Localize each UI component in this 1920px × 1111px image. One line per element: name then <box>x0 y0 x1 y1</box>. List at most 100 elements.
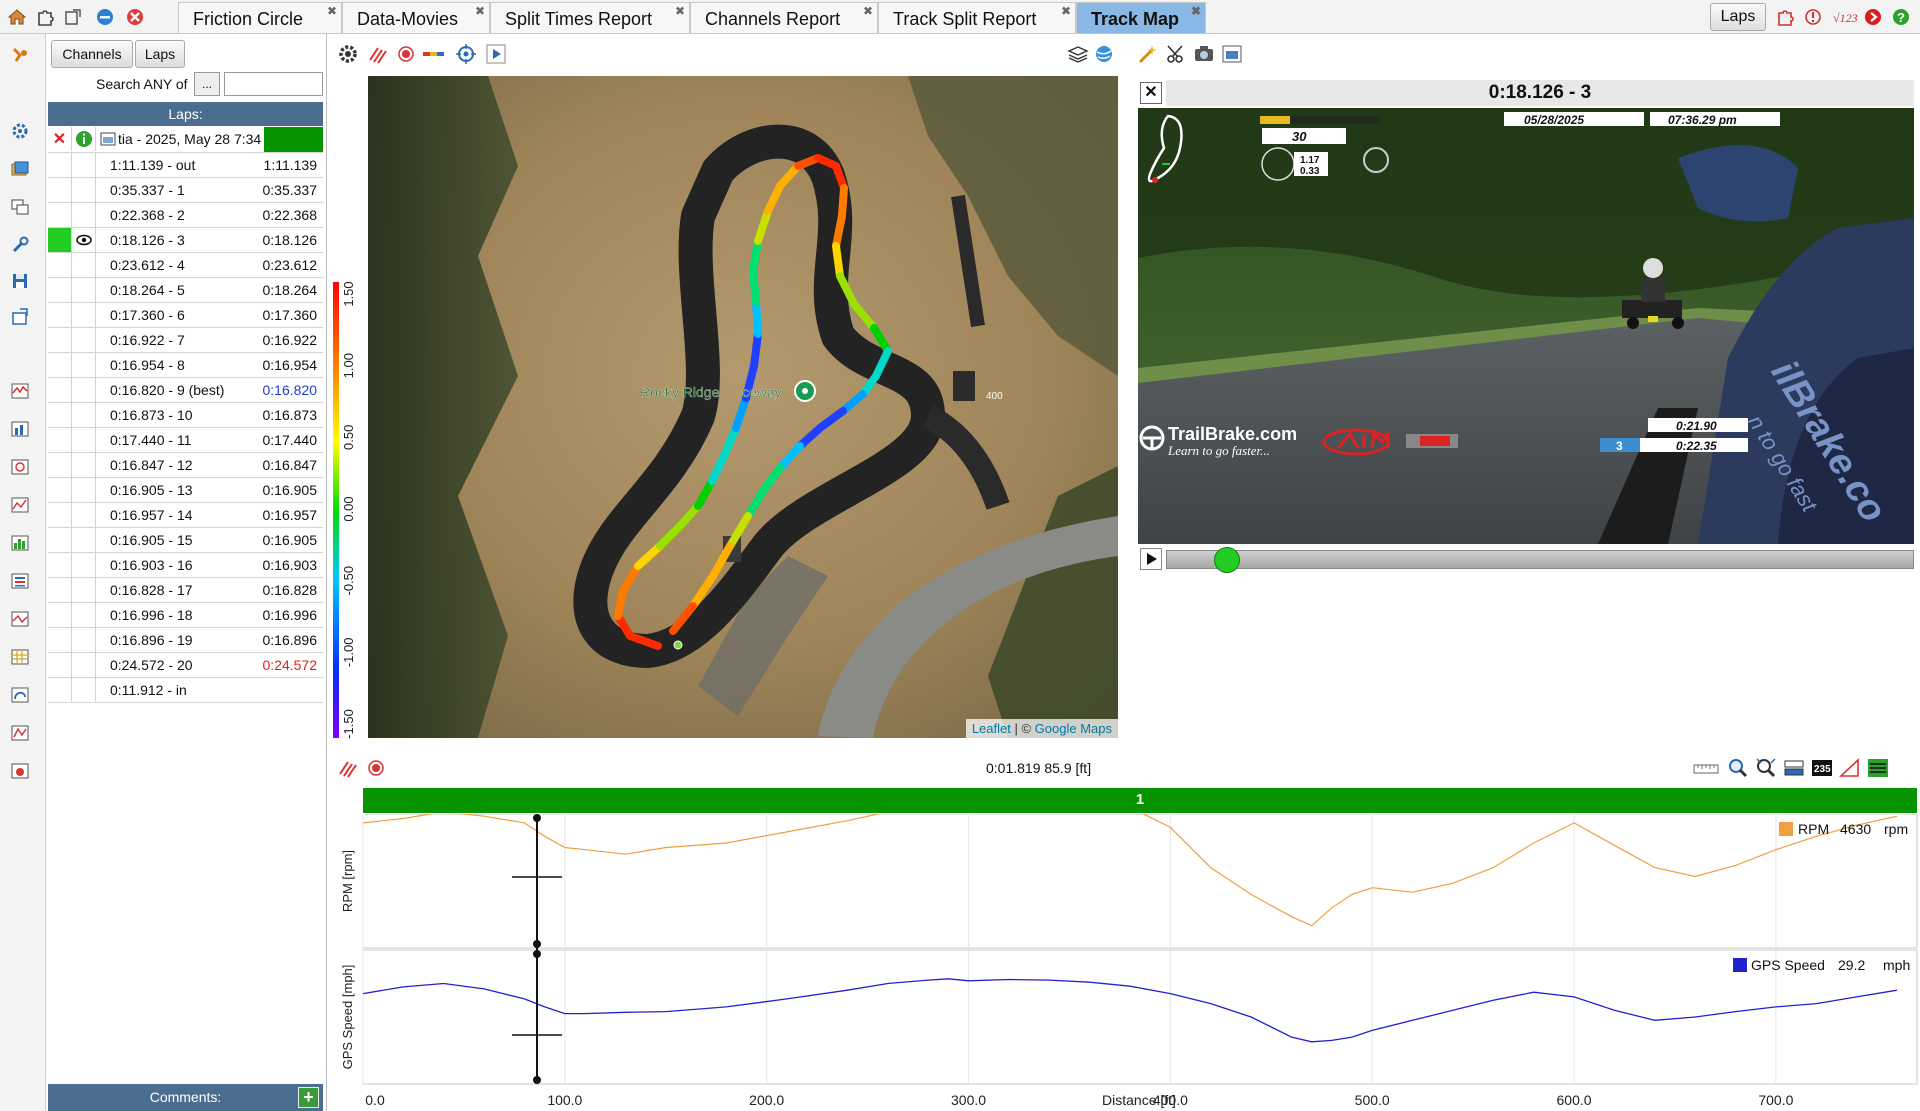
visible-eye-icon[interactable] <box>72 228 96 252</box>
visibility-cell[interactable] <box>72 378 96 402</box>
scissors-icon[interactable] <box>1164 42 1188 66</box>
tab-close-icon[interactable]: ✖ <box>327 4 337 18</box>
leaflet-link[interactable]: Leaflet <box>972 721 1011 736</box>
lap-color-cell[interactable] <box>48 353 72 377</box>
lap-row[interactable]: 0:23.612 - 4 0:23.612 <box>48 253 323 278</box>
visibility-cell[interactable] <box>72 328 96 352</box>
google-maps-link[interactable]: Google Maps <box>1035 721 1112 736</box>
lap-row[interactable]: 0:16.922 - 7 0:16.922 <box>48 328 323 353</box>
visibility-cell[interactable] <box>72 403 96 427</box>
folders-icon[interactable] <box>8 158 32 180</box>
magic-wand-icon[interactable] <box>1136 42 1160 66</box>
lap-row[interactable]: 0:16.820 - 9 (best) 0:16.820 <box>48 378 323 403</box>
lap-row[interactable]: 0:17.360 - 6 0:17.360 <box>48 303 323 328</box>
car-position-marker[interactable] <box>673 640 683 650</box>
play-icon[interactable] <box>484 42 508 66</box>
search-input[interactable] <box>224 72 323 96</box>
channels-tab-button[interactable]: Channels <box>51 40 133 68</box>
help-icon[interactable]: ? <box>1890 6 1912 28</box>
lap-row[interactable]: 0:22.368 - 2 0:22.368 <box>48 203 323 228</box>
save-icon[interactable] <box>8 270 32 292</box>
lap-row[interactable]: 0:18.264 - 5 0:18.264 <box>48 278 323 303</box>
trace-chart[interactable]: RPM [rpm] GPS Speed [mph] RPM 4630 rpm G… <box>330 814 1920 1111</box>
settings-gear-icon[interactable] <box>336 42 360 66</box>
gauge-icon[interactable] <box>8 418 32 440</box>
info-icon[interactable] <box>72 127 96 151</box>
visibility-cell[interactable] <box>72 353 96 377</box>
connect-icon[interactable] <box>8 44 32 66</box>
lap-color-cell[interactable] <box>48 403 72 427</box>
zoom-out-icon[interactable] <box>1754 756 1778 780</box>
next-red-icon[interactable] <box>1862 6 1884 28</box>
color-scale-icon[interactable] <box>422 42 446 66</box>
tab-data-movies[interactable]: Data-Movies ✖ <box>342 2 490 33</box>
lap-row[interactable]: 0:24.572 - 20 0:24.572 <box>48 653 323 678</box>
counter-badge[interactable]: 235 <box>1810 756 1834 780</box>
satellite-track-map[interactable]: Rocky Ridge ceway 400 Leaflet | © Google… <box>368 76 1118 738</box>
visibility-cell[interactable] <box>72 528 96 552</box>
histogram-icon[interactable] <box>8 494 32 516</box>
lap-color-cell[interactable] <box>48 178 72 202</box>
lap-color-cell[interactable] <box>48 653 72 677</box>
lap-row[interactable]: 0:17.440 - 11 0:17.440 <box>48 428 323 453</box>
visibility-cell[interactable] <box>72 603 96 627</box>
lap-row[interactable]: 0:16.996 - 18 0:16.996 <box>48 603 323 628</box>
lap-row[interactable]: 0:16.828 - 17 0:16.828 <box>48 578 323 603</box>
visibility-cell[interactable] <box>72 453 96 477</box>
layers-icon[interactable] <box>1066 42 1090 66</box>
laps-button[interactable]: Laps <box>1710 3 1766 31</box>
wrench-icon[interactable] <box>8 234 32 256</box>
lap-row[interactable]: 0:16.873 - 10 0:16.873 <box>48 403 323 428</box>
camera-icon[interactable] <box>1192 42 1216 66</box>
trend-icon[interactable] <box>8 722 32 744</box>
visibility-cell[interactable] <box>72 203 96 227</box>
menu-lines-icon[interactable] <box>1866 756 1890 780</box>
tab-track-map[interactable]: Track Map ✖ <box>1076 2 1206 33</box>
visibility-cell[interactable] <box>72 153 96 177</box>
stack-graphs-icon[interactable] <box>1782 756 1806 780</box>
lap-row[interactable]: 0:16.957 - 14 0:16.957 <box>48 503 323 528</box>
session-row[interactable]: ✕ tia - 2025, May 28 7:34 <box>48 127 323 153</box>
lap-color-cell[interactable] <box>48 253 72 277</box>
lap-color-cell[interactable] <box>48 428 72 452</box>
video-timeline-knob[interactable] <box>1214 547 1241 573</box>
lap-row[interactable]: 0:35.337 - 1 0:35.337 <box>48 178 323 203</box>
video-play-button[interactable] <box>1140 548 1162 570</box>
search-options-button[interactable]: ... <box>194 72 220 96</box>
lap-color-cell[interactable] <box>48 453 72 477</box>
visibility-cell[interactable] <box>72 253 96 277</box>
tab-channels-report[interactable]: Channels Report ✖ <box>690 2 878 33</box>
onboard-video-frame[interactable]: ilBrake.co n to go fast 30 1.17 0.33 05/… <box>1138 108 1914 544</box>
track-report-icon[interactable] <box>8 684 32 706</box>
lap-color-cell[interactable] <box>48 528 72 552</box>
puzzle-icon[interactable] <box>34 6 56 28</box>
tab-close-icon[interactable]: ✖ <box>863 4 873 18</box>
tab-close-icon[interactable]: ✖ <box>1191 4 1201 18</box>
back-icon[interactable] <box>94 6 116 28</box>
close-circle-icon[interactable] <box>124 6 146 28</box>
lap-color-cell[interactable] <box>48 553 72 577</box>
lap-color-cell[interactable] <box>48 678 72 702</box>
tab-track-split-report[interactable]: Track Split Report ✖ <box>878 2 1076 33</box>
alert-icon[interactable] <box>1802 6 1824 28</box>
remove-session-icon[interactable]: ✕ <box>48 127 72 151</box>
lap-row[interactable]: 0:11.912 - in <box>48 678 323 703</box>
lap-row[interactable]: 0:16.903 - 16 0:16.903 <box>48 553 323 578</box>
visibility-cell[interactable] <box>72 653 96 677</box>
visibility-cell[interactable] <box>72 628 96 652</box>
tab-friction-circle[interactable]: Friction Circle ✖ <box>178 2 342 33</box>
video-timeline-track[interactable] <box>1166 550 1914 569</box>
table-icon[interactable] <box>8 646 32 668</box>
visibility-cell[interactable] <box>72 478 96 502</box>
video-settings-icon[interactable] <box>1220 42 1244 66</box>
record-icon[interactable] <box>8 760 32 782</box>
lap-color-cell[interactable] <box>48 203 72 227</box>
channels-compare-icon[interactable] <box>8 608 32 630</box>
lap-row[interactable]: 0:16.954 - 8 0:16.954 <box>48 353 323 378</box>
visibility-cell[interactable] <box>72 278 96 302</box>
lap-row[interactable]: 0:16.905 - 15 0:16.905 <box>48 528 323 553</box>
report-icon[interactable] <box>8 570 32 592</box>
add-comment-button[interactable]: + <box>298 1087 319 1108</box>
lap-color-cell[interactable] <box>48 328 72 352</box>
settings-puzzle-icon[interactable] <box>1774 6 1796 28</box>
